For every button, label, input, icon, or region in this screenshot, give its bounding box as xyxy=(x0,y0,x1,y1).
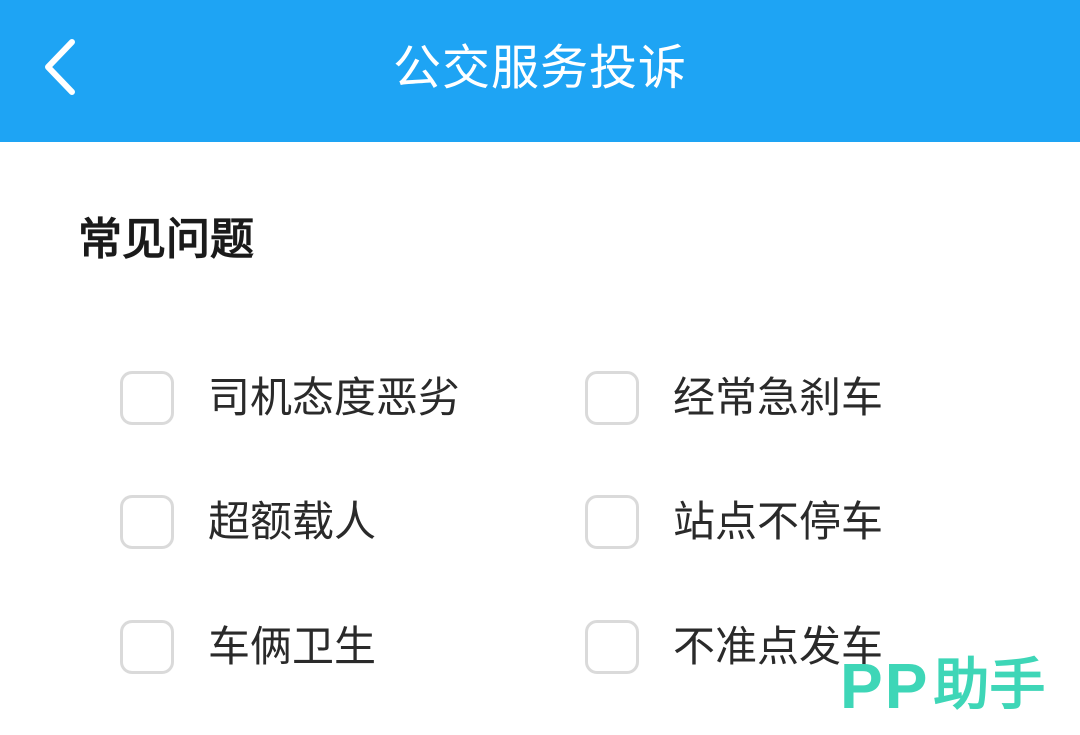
checkbox[interactable] xyxy=(120,620,174,674)
watermark-latin: PP xyxy=(840,650,930,722)
watermark-cn: 助手 xyxy=(933,653,1046,718)
option-sudden-braking[interactable]: 经常急刹车 xyxy=(585,366,883,430)
option-late-departure[interactable]: 不准点发车 xyxy=(585,615,883,679)
page-title: 公交服务投诉 xyxy=(392,40,687,96)
option-label: 超额载人 xyxy=(208,497,377,546)
section-title: 常见问题 xyxy=(78,214,254,265)
checkbox[interactable] xyxy=(585,495,639,549)
option-skipped-stop[interactable]: 站点不停车 xyxy=(585,490,883,554)
checkbox[interactable] xyxy=(120,495,174,549)
option-label: 司机态度恶劣 xyxy=(208,373,461,422)
option-overloading[interactable]: 超额载人 xyxy=(120,490,376,554)
option-vehicle-hygiene[interactable]: 车俩卫生 xyxy=(120,615,376,679)
option-label: 站点不停车 xyxy=(673,497,884,546)
checkbox[interactable] xyxy=(585,371,639,425)
checkbox[interactable] xyxy=(120,371,174,425)
watermark-logo: PP 助手 xyxy=(840,650,1045,722)
option-label: 车俩卫生 xyxy=(208,622,377,671)
option-driver-attitude[interactable]: 司机态度恶劣 xyxy=(120,366,460,430)
option-label: 经常急刹车 xyxy=(673,373,884,422)
checkbox[interactable] xyxy=(585,620,639,674)
app-header: 公交服务投诉 xyxy=(0,0,1080,142)
